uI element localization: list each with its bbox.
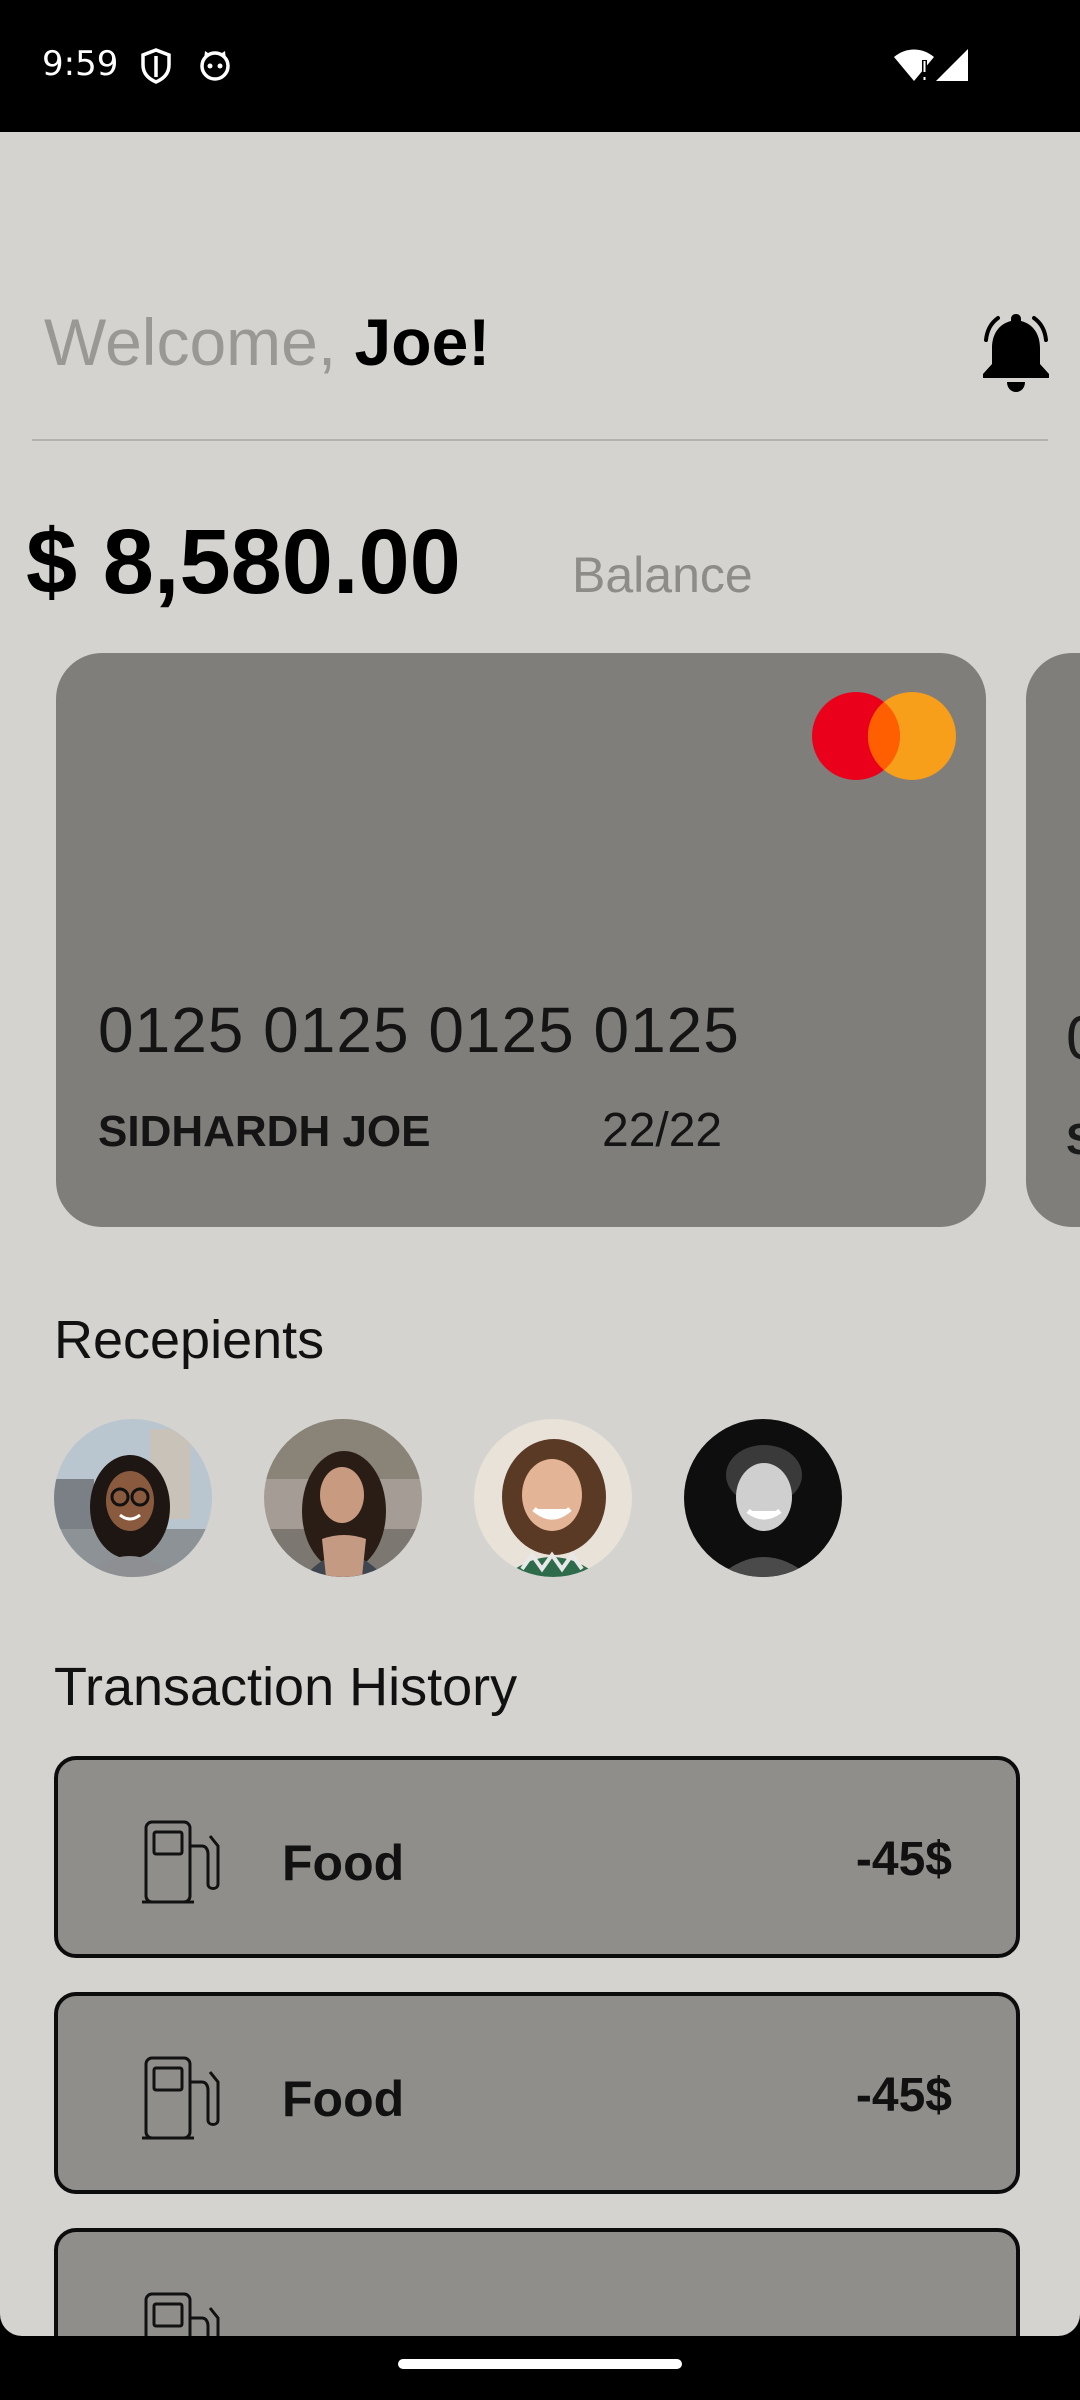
mastercard-logo <box>812 691 956 781</box>
balance-amount: $ 8,580.00 <box>26 511 461 613</box>
transaction-label: Food <box>282 2071 405 2127</box>
recipients-title: Recepients <box>54 1310 325 1370</box>
transaction-history-title: Transaction History <box>54 1657 518 1717</box>
welcome-heading: Welcome, Joe! <box>44 304 490 380</box>
transaction-item[interactable]: Food -45$ <box>54 1756 1020 1958</box>
wifi-alert-icon <box>892 48 936 87</box>
recipient-avatar-2[interactable] <box>264 1419 422 1577</box>
next-card-holder: S <box>1066 1115 1080 1165</box>
recipient-avatar-3[interactable] <box>474 1419 632 1577</box>
recipient-avatar-1[interactable] <box>54 1419 212 1577</box>
transaction-amount: -45$ <box>855 2069 952 2122</box>
transaction-amount: -45$ <box>855 1833 952 1886</box>
fuel-pump-icon <box>140 2052 228 2142</box>
home-gesture-handle[interactable] <box>398 2359 682 2369</box>
fuel-pump-icon <box>140 2288 228 2336</box>
transaction-label: Food <box>282 1835 405 1891</box>
welcome-prefix: Welcome, <box>44 305 355 379</box>
card-number: 0125 0125 0125 0125 <box>98 994 740 1066</box>
next-credit-card[interactable]: 0 S <box>1026 653 1080 1227</box>
header-divider <box>32 439 1048 441</box>
credit-card[interactable]: 0125 0125 0125 0125 SIDHARDH JOE 22/22 <box>56 653 986 1227</box>
user-name: Joe! <box>354 305 491 379</box>
bell-icon[interactable] <box>978 310 1054 394</box>
card-expiry: 22/22 <box>602 1104 723 1157</box>
card-holder-name: SIDHARDH JOE <box>98 1107 431 1156</box>
status-time: 9:59 <box>42 44 119 84</box>
transaction-item[interactable] <box>54 2228 1020 2336</box>
shield-icon <box>140 48 172 89</box>
status-bar: 9:59 <box>0 0 1080 132</box>
cat-face-icon <box>198 48 232 87</box>
fuel-pump-icon <box>140 1816 228 1906</box>
next-card-number: 0 <box>1066 1003 1080 1074</box>
recipient-avatar-4[interactable] <box>684 1419 842 1577</box>
cell-signal-icon <box>934 48 970 87</box>
transaction-item[interactable]: Food -45$ <box>54 1992 1020 2194</box>
home-screen: Welcome, Joe! $ 8,580.00 Balance 0125 01… <box>0 132 1080 2336</box>
balance-label: Balance <box>572 547 753 603</box>
